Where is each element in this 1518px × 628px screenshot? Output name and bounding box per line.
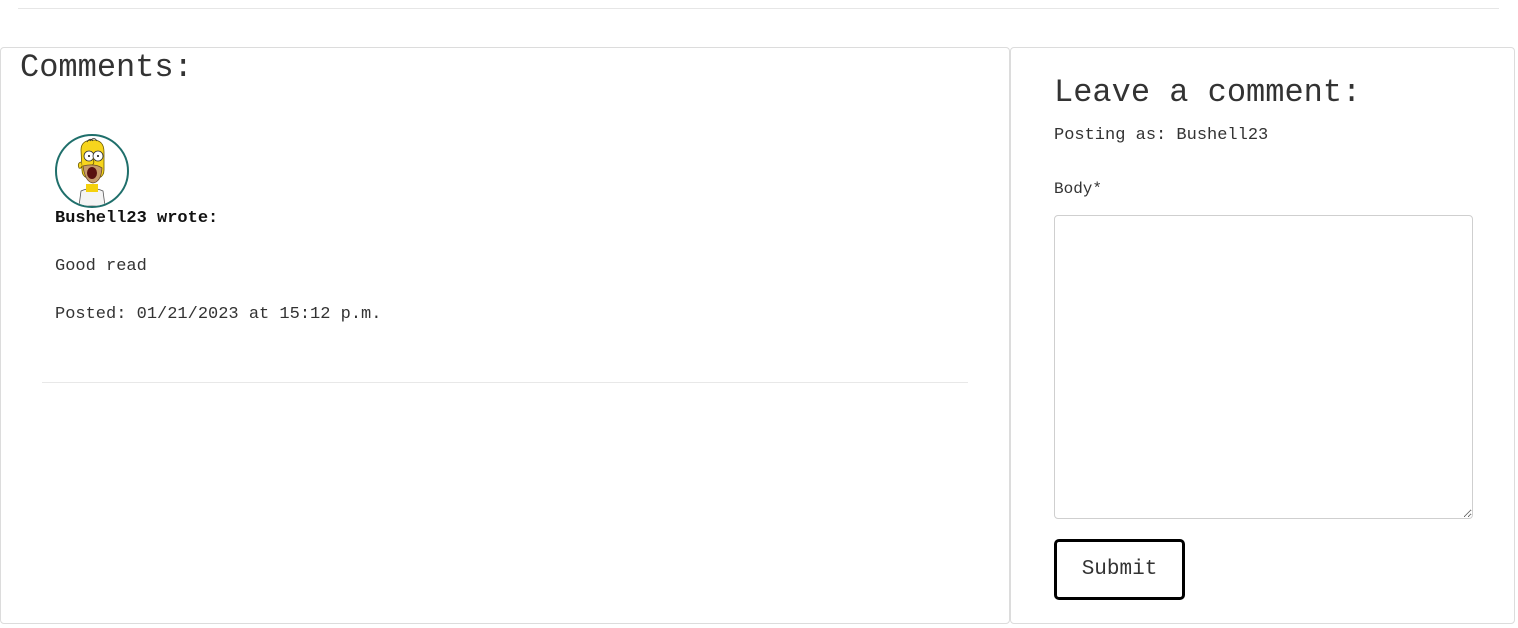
avatar bbox=[55, 134, 129, 208]
comment-item: Bushell23 wrote: Good read Posted: 01/21… bbox=[42, 134, 968, 383]
comment-form-panel: Leave a comment: Posting as: Bushell23 B… bbox=[1010, 47, 1515, 624]
body-label: Body* bbox=[1054, 180, 1103, 198]
body-textarea[interactable] bbox=[1054, 215, 1473, 519]
comment-body: Good read bbox=[55, 257, 147, 276]
homer-avatar-icon bbox=[77, 138, 106, 206]
posting-as-label: Posting as: Bushell23 bbox=[1054, 126, 1269, 145]
comments-title: Comments: bbox=[20, 49, 193, 86]
form-title: Leave a comment: bbox=[1054, 74, 1362, 111]
submit-button[interactable]: Submit bbox=[1054, 539, 1185, 600]
comments-panel: Comments: Bushell23 wrote: Good read Pos… bbox=[0, 47, 1010, 624]
top-divider bbox=[18, 8, 1499, 9]
comment-author: Bushell23 wrote: bbox=[55, 209, 219, 228]
comment-timestamp: Posted: 01/21/2023 at 15:12 p.m. bbox=[55, 305, 382, 324]
